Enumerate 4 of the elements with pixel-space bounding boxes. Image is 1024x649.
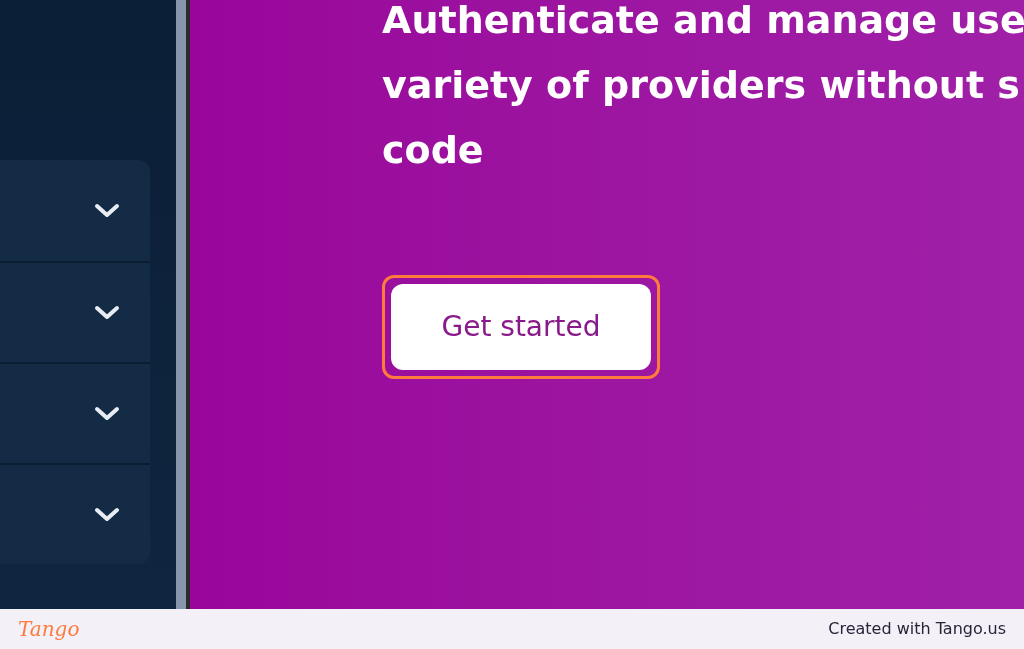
- hero-description: Authenticate and manage use variety of providers without s code: [382, 0, 1024, 174]
- credit-text: Created with Tango.us: [828, 618, 1006, 640]
- tango-logo: Tango: [18, 616, 80, 643]
- get-started-button[interactable]: Get started: [391, 284, 651, 370]
